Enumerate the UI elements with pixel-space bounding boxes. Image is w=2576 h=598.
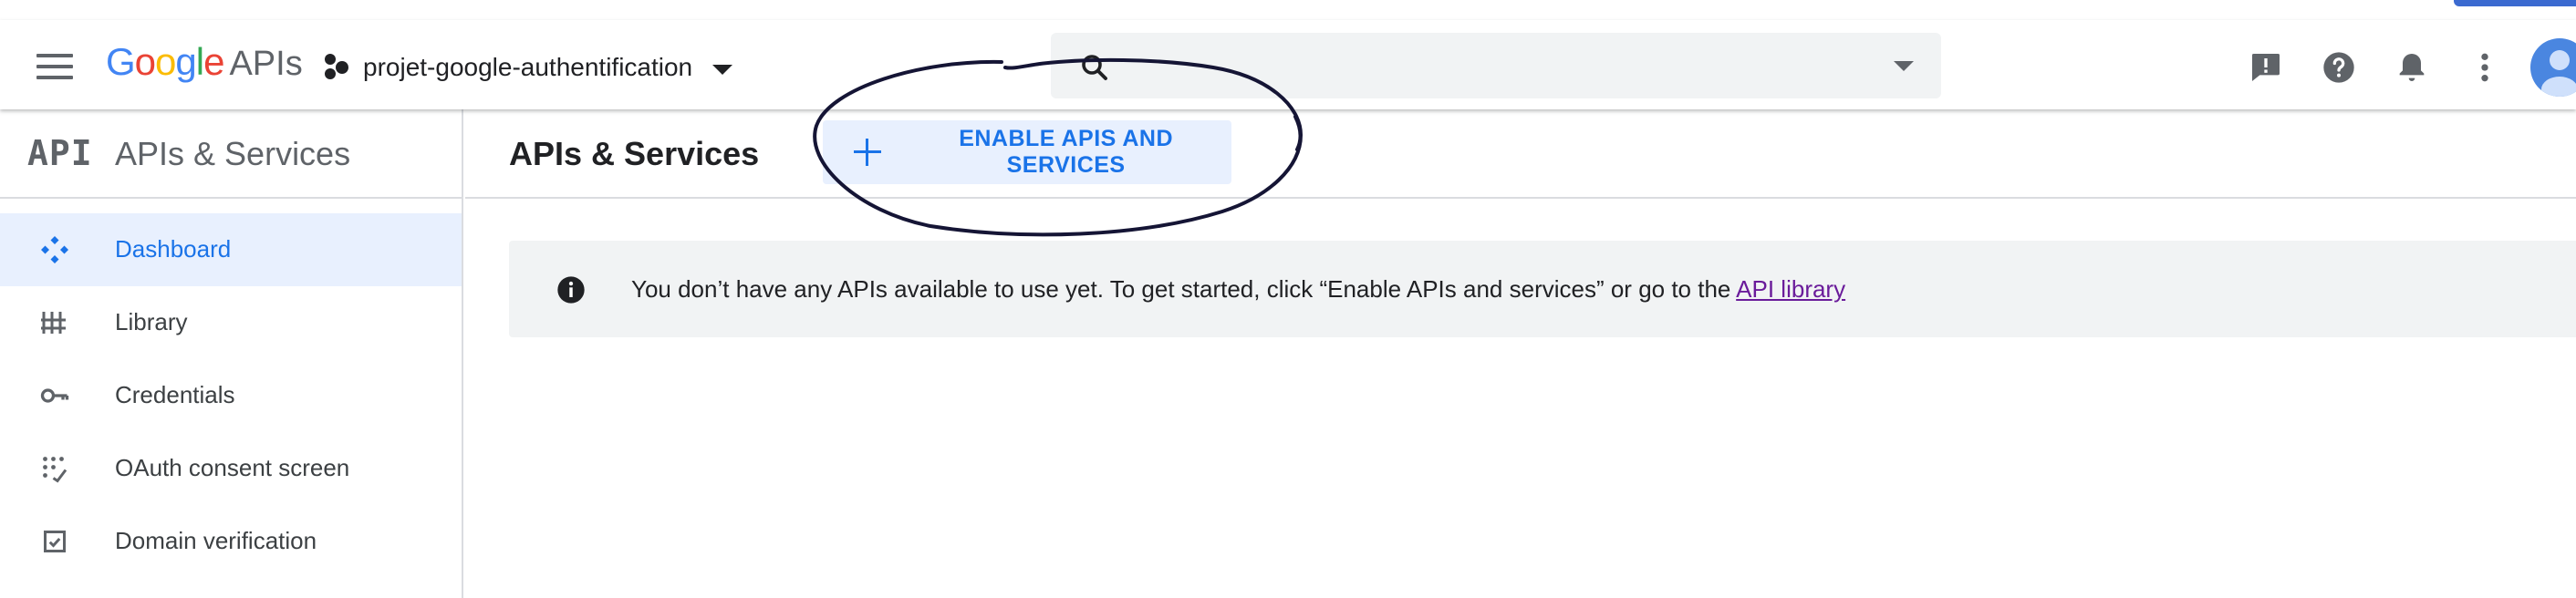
notifications-icon[interactable] bbox=[2394, 49, 2430, 86]
project-name: projet-google-authentification bbox=[363, 53, 693, 81]
sidebar-title: APIs & Services bbox=[115, 135, 351, 172]
search-input[interactable] bbox=[1124, 46, 1817, 86]
left-navigation: API APIs & Services Dashboard Library Cr… bbox=[0, 109, 463, 598]
google-apis-logo[interactable]: Google APIs bbox=[106, 40, 303, 86]
sidebar-item-label: Dashboard bbox=[115, 235, 232, 263]
enable-apis-button[interactable]: ENABLE APIS AND SERVICES bbox=[823, 120, 1231, 184]
info-banner: You don’t have any APIs available to use… bbox=[509, 241, 2576, 337]
api-library-link[interactable]: API library bbox=[1736, 275, 1845, 303]
top-app-bar: Google APIs projet-google-authentificati… bbox=[0, 20, 2576, 109]
dashboard-icon bbox=[41, 236, 68, 263]
project-selector[interactable]: projet-google-authentification bbox=[325, 47, 733, 88]
sidebar-item-label: Domain verification bbox=[115, 527, 317, 554]
key-icon bbox=[40, 388, 69, 403]
person-icon bbox=[2541, 50, 2576, 97]
sidebar-item-oauth-consent-screen[interactable]: OAuth consent screen bbox=[0, 432, 462, 505]
checkbox-icon bbox=[44, 531, 66, 552]
page: Google APIs projet-google-authentificati… bbox=[0, 0, 2576, 598]
api-logo-icon: API bbox=[27, 133, 93, 173]
page-title: APIs & Services bbox=[509, 135, 760, 172]
info-icon bbox=[557, 276, 585, 304]
enable-apis-label: ENABLE APIS AND SERVICES bbox=[959, 126, 1174, 178]
search-bar[interactable] bbox=[1051, 33, 1941, 98]
project-icon bbox=[325, 54, 350, 81]
sidebar-item-domain-verification[interactable]: Domain verification bbox=[0, 505, 462, 578]
top-accent-bar bbox=[2454, 0, 2576, 6]
sidebar-item-label: Library bbox=[115, 308, 188, 335]
info-message-text: You don’t have any APIs available to use… bbox=[631, 275, 1737, 303]
sidebar-item-label: Credentials bbox=[115, 381, 235, 408]
plus-icon bbox=[854, 139, 881, 166]
browser-top-strip bbox=[0, 0, 2576, 20]
feedback-icon[interactable] bbox=[2248, 49, 2284, 86]
sidebar-header: API APIs & Services bbox=[0, 109, 463, 199]
help-icon[interactable] bbox=[2321, 49, 2357, 86]
info-message: You don’t have any APIs available to use… bbox=[631, 275, 1845, 304]
sidebar-item-credentials[interactable]: Credentials bbox=[0, 359, 462, 432]
consent-icon bbox=[43, 457, 68, 483]
sidebar-item-label: OAuth consent screen bbox=[115, 454, 350, 481]
sidebar-item-library[interactable]: Library bbox=[0, 286, 462, 359]
search-options-chevron-icon[interactable] bbox=[1894, 61, 1914, 71]
sidebar-item-dashboard[interactable]: Dashboard bbox=[0, 213, 462, 286]
account-avatar[interactable] bbox=[2530, 38, 2576, 97]
library-icon bbox=[41, 312, 66, 334]
more-vert-icon[interactable] bbox=[2467, 49, 2503, 86]
divider bbox=[465, 197, 2576, 199]
hamburger-menu-icon[interactable] bbox=[36, 54, 77, 81]
apis-wordmark: APIs bbox=[229, 45, 303, 83]
google-wordmark: Google bbox=[106, 40, 224, 83]
search-icon[interactable] bbox=[1078, 51, 1111, 84]
chevron-down-icon bbox=[712, 64, 733, 75]
